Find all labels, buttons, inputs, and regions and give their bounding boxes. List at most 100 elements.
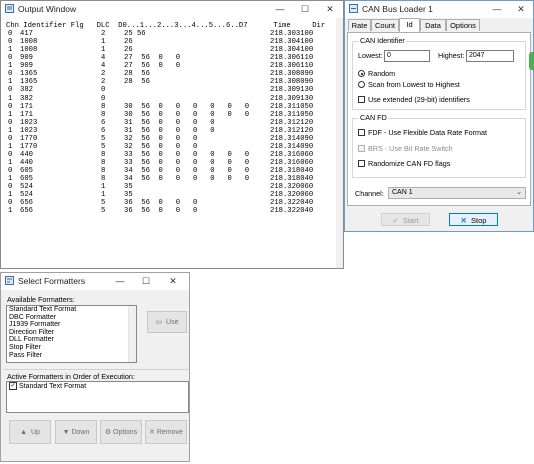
table-cell: 0	[8, 134, 13, 143]
channel-select[interactable]: CAN 1 ⌄	[388, 187, 526, 199]
checked-checkbox-icon[interactable]: ✓	[9, 382, 17, 390]
tab-id[interactable]: Id	[399, 18, 420, 32]
random-radio-label[interactable]: Random	[368, 69, 395, 78]
options-button-label: Options	[113, 429, 138, 436]
table-row[interactable]: 01008126218.304100T	[6, 38, 335, 46]
table-cell: 1	[101, 46, 106, 55]
close-icon[interactable]: ✕	[321, 1, 339, 17]
table-cell: 0	[8, 150, 13, 159]
table-cell: 218.306110	[270, 54, 314, 63]
table-row[interactable]: 01365228 56218.308090T	[6, 70, 335, 78]
formatters-titlebar[interactable]: Select Formatters — ☐ ✕	[1, 273, 189, 290]
table-cell: 30 56 0 0 0 0 0 0	[124, 102, 250, 111]
list-item[interactable]: ✓ Standard Text Format	[7, 382, 188, 390]
tab-data[interactable]: Data	[420, 19, 446, 31]
maximize-icon[interactable]: ☐	[137, 273, 155, 289]
scan-radio-label[interactable]: Scan from Lowest to Highest	[368, 80, 460, 89]
loader-titlebar[interactable]: CAN Bus Loader 1 — ✕	[345, 1, 533, 18]
table-row[interactable]: 11023631 56 0 0 0 0218.312120R	[6, 127, 335, 135]
randomize-fd-checkbox[interactable]	[358, 160, 365, 167]
channel-label: Channel:	[355, 189, 384, 198]
brs-checkbox[interactable]	[358, 145, 365, 152]
stop-button[interactable]: ✕ Stop	[449, 213, 498, 226]
tab-options[interactable]: Options	[446, 19, 480, 31]
available-formatters-label: Available Formatters:	[7, 295, 75, 304]
table-cell: 1	[8, 46, 13, 55]
scan-radio[interactable]	[358, 81, 365, 88]
table-cell: 218.311050	[270, 102, 314, 111]
lowest-input[interactable]: 0	[384, 50, 430, 62]
table-cell: 6	[101, 126, 106, 135]
extended-id-label[interactable]: Use extended (29-bit) identifiers	[368, 95, 470, 104]
use-button-label: Use	[166, 319, 179, 326]
table-row[interactable]: 1656536 56 0 0 0218.322040R	[6, 207, 335, 215]
table-row[interactable]: 11770532 56 0 0 0218.314090R	[6, 143, 335, 151]
fdf-checkbox[interactable]	[358, 129, 365, 136]
down-arrow-icon: ▼	[62, 429, 70, 436]
table-row[interactable]: 0909427 56 0 0218.306110T	[6, 54, 335, 62]
table-cell: 5	[101, 199, 106, 208]
table-cell: 31 56 0 0 0 0	[124, 126, 215, 135]
down-button[interactable]: ▼ Down	[55, 420, 97, 444]
table-row[interactable]: 0656536 56 0 0 0218.322040T	[6, 199, 335, 207]
up-button[interactable]: ▲ Up	[9, 420, 51, 444]
table-row[interactable]: 0605834 56 0 0 0 0 0 0218.318040T	[6, 167, 335, 175]
table-row[interactable]: 0524135218.320060T	[6, 183, 335, 191]
list-item[interactable]: J1939 Formatter	[7, 321, 136, 329]
table-row[interactable]: 0171830 56 0 0 0 0 0 0218.311050T	[6, 103, 335, 111]
brs-label[interactable]: BRS - Use Bit Rate Switch	[368, 144, 453, 153]
output-titlebar[interactable]: Output Window — ☐ ✕	[1, 1, 343, 18]
table-cell: 218.316060	[270, 159, 314, 167]
use-button[interactable]: ▭ Use	[147, 311, 187, 333]
list-item[interactable]: DBC Formatter	[7, 314, 136, 322]
table-row[interactable]: 11008126218.304100R	[6, 46, 335, 54]
list-item[interactable]: Direction Filter	[7, 329, 136, 337]
extended-id-checkbox[interactable]	[358, 96, 365, 103]
close-icon[interactable]: ✕	[512, 1, 530, 17]
list-item[interactable]: Pass Filter	[7, 352, 136, 360]
maximize-icon[interactable]: ☐	[296, 1, 314, 17]
list-item[interactable]: Stop Filter	[7, 344, 136, 352]
table-row[interactable]: 01023631 56 0 0 0 0218.312120T	[6, 119, 335, 127]
table-cell: 1	[8, 126, 13, 135]
available-list-scrollbar[interactable]	[128, 306, 136, 362]
table-cell: 1365	[20, 78, 38, 87]
table-row[interactable]: 1171830 56 0 0 0 0 0 0218.311050R	[6, 111, 335, 119]
table-row[interactable]: 01770532 56 0 0 0218.314090T	[6, 135, 335, 143]
random-radio[interactable]	[358, 70, 365, 77]
table-cell: 2	[101, 78, 106, 87]
active-formatters-list[interactable]: ✓ Standard Text Format	[6, 381, 189, 413]
table-cell: 656	[20, 207, 33, 216]
table-row[interactable]: 03820218.309130T	[6, 86, 335, 94]
available-formatters-list[interactable]: Standard Text Format DBC Formatter J1939 F…	[6, 305, 137, 363]
close-icon[interactable]: ✕	[164, 273, 182, 289]
minimize-icon[interactable]: —	[271, 1, 289, 17]
table-row[interactable]: 0440833 56 0 0 0 0 0 0218.316060T	[6, 151, 335, 159]
table-cell: 218.318040	[270, 167, 314, 176]
table-row[interactable]: 0417225 56218.303100R	[6, 30, 335, 38]
table-cell: 171	[20, 102, 33, 111]
table-cell: 171	[20, 110, 33, 119]
table-cell: 1365	[20, 70, 38, 79]
highest-input[interactable]: 2047	[466, 50, 514, 62]
table-row[interactable]: 1605834 56 0 0 0 0 0 0218.318040R	[6, 175, 335, 183]
minimize-icon[interactable]: —	[488, 1, 506, 17]
table-cell: 218.314090	[270, 142, 314, 151]
table-row[interactable]: 11365228 56218.308090R	[6, 78, 335, 86]
options-button[interactable]: ⚙ Options	[100, 420, 142, 444]
remove-button[interactable]: ✕ Remove	[145, 420, 187, 444]
randomize-fd-label[interactable]: Randomize CAN FD flags	[368, 159, 450, 168]
list-item[interactable]: Standard Text Format	[7, 306, 136, 314]
table-row[interactable]: 1440833 56 0 0 0 0 0 0218.316060R	[6, 159, 335, 167]
table-row[interactable]: 1524135218.320060R	[6, 191, 335, 199]
table-row[interactable]: 13820218.309130R	[6, 95, 335, 103]
start-button[interactable]: ✓ Start	[381, 213, 430, 226]
output-message-list[interactable]: 0417225 56218.303100R01008126218.304100T…	[6, 30, 335, 268]
tab-count[interactable]: Count	[371, 19, 399, 31]
fdf-label[interactable]: FDF - Use Flexible Data Rate Format	[368, 128, 487, 137]
table-row[interactable]: 1909427 56 0 0218.306110R	[6, 62, 335, 70]
list-item[interactable]: DLL Formatter	[7, 336, 136, 344]
tab-rate[interactable]: Rate	[348, 19, 371, 31]
minimize-icon[interactable]: —	[111, 273, 129, 289]
output-scrollbar[interactable]	[336, 18, 343, 268]
